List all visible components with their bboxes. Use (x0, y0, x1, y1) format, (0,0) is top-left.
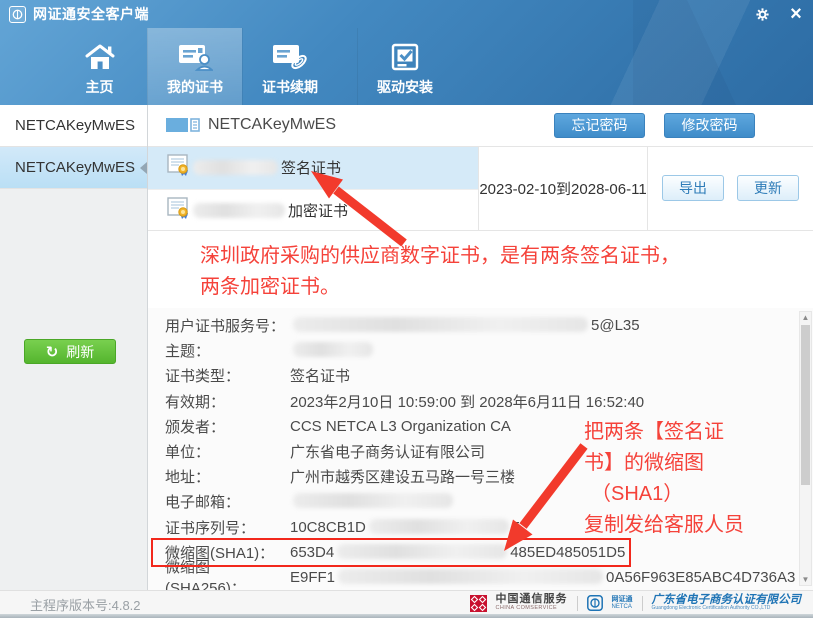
annotation-line: 复制发给客服人员 (584, 510, 812, 541)
tab-renew[interactable]: 证书续期 (242, 28, 337, 105)
update-button[interactable]: 更新 (737, 175, 799, 201)
refresh-button[interactable]: ↻ 刷新 (24, 339, 116, 364)
redacted-cert-name (193, 160, 278, 175)
china-comservice-logo-icon (470, 595, 487, 612)
forgot-password-button[interactable]: 忘记密码 (554, 113, 645, 138)
certificate-renew-icon (271, 36, 309, 72)
status-bar: 主程序版本号:4.8.2 中国通信服务 CHINA COMSERVICE (0, 590, 813, 618)
tab-renew-label: 证书续期 (262, 77, 318, 97)
tab-home[interactable]: 主页 (52, 28, 147, 105)
annotation-line: 把两条【签名证 (584, 417, 812, 448)
detail-row-validity: 有效期： 2023年2月10日 10:59:00 到 2028年6月11日 16… (148, 389, 813, 414)
netca-logo-icon (587, 595, 603, 611)
netca-label: 网证通 (612, 596, 633, 604)
certificate-card-icon (177, 36, 213, 72)
redacted-value (369, 519, 509, 534)
certificate-seal-icon (166, 196, 190, 225)
export-button[interactable]: 导出 (662, 175, 724, 201)
cert-signing-label: 签名证书 (281, 157, 341, 178)
tab-driver-label: 驱动安装 (377, 77, 433, 97)
settings-gear-icon[interactable] (745, 2, 779, 26)
sidebar-item-netcakey-2[interactable]: NETCAKeyMwES (0, 147, 147, 189)
annotation-line: （SHA1） (584, 479, 812, 510)
red-annotation-top: 深圳政府采购的供应商数字证书，是有两条签名证书， 两条加密证书。 (148, 231, 813, 308)
cert-row-encryption[interactable]: 加密证书 (148, 189, 478, 231)
tab-driver-install[interactable]: 驱动安装 (357, 28, 452, 105)
annotation-line: 两条加密证书。 (200, 272, 813, 303)
certificate-seal-icon (166, 153, 190, 182)
annotation-line: 深圳政府采购的供应商数字证书，是有两条签名证书， (200, 241, 813, 272)
certificate-list: 签名证书 加密证书 (148, 147, 813, 231)
version-text: 主程序版本号:4.8.2 (30, 595, 141, 614)
redacted-value (293, 342, 373, 357)
detail-row-cert-type: 证书类型： 签名证书 (148, 363, 813, 388)
titlebar: 网证通安全客户端 × (0, 0, 813, 28)
redacted-value (337, 544, 507, 559)
modify-password-button[interactable]: 修改密码 (664, 113, 755, 138)
header: 网证通安全客户端 × (0, 0, 813, 105)
detail-row-service-no: 用户证书服务号： 5@L35 (148, 313, 813, 338)
token-header: NETCAKeyMwES 忘记密码 修改密码 (148, 105, 813, 147)
cert-row-signing[interactable]: 签名证书 (148, 147, 478, 189)
annotation-line: 书】的微缩图 (584, 448, 812, 479)
detail-row-subject: 主题： (148, 338, 813, 363)
redacted-cert-name (193, 203, 285, 218)
footer-logos: 中国通信服务 CHINA COMSERVICE 网证通 NETCA 广东省电子商… (470, 594, 802, 614)
refresh-label: 刷新 (66, 342, 94, 362)
scrollbar-down-icon[interactable]: ▼ (800, 573, 811, 585)
token-icon (166, 116, 200, 134)
app-logo-icon (9, 6, 26, 23)
tab-home-label: 主页 (86, 77, 114, 97)
detail-row-sha256: 微缩图(SHA256)： E9FF10A56F963E85ABC4D736A3 (148, 565, 813, 590)
redacted-value (293, 493, 453, 508)
redacted-value (293, 317, 588, 332)
sidebar-item-netcakey-1[interactable]: NETCAKeyMwES (0, 105, 147, 147)
tab-my-certs-label: 我的证书 (167, 77, 223, 97)
validity-range: 2023-02-10到2028-06-11 (478, 147, 648, 230)
refresh-icon: ↻ (46, 343, 59, 361)
nav-toolbar: 主页 我的证书 (0, 28, 813, 105)
redacted-value (338, 569, 603, 584)
token-name: NETCAKeyMwES (208, 116, 336, 134)
sidebar: NETCAKeyMwES NETCAKeyMwES ↻ 刷新 (0, 105, 148, 590)
scrollbar-up-icon[interactable]: ▲ (800, 312, 811, 324)
cert-encryption-label: 加密证书 (288, 200, 348, 221)
tab-my-certs[interactable]: 我的证书 (147, 28, 242, 105)
red-annotation-right: 把两条【签名证 书】的微缩图 （SHA1） 复制发给客服人员 (584, 417, 812, 541)
home-icon (83, 36, 117, 72)
netca-client-window: 网证通安全客户端 × (0, 0, 813, 618)
app-title: 网证通安全客户端 (33, 4, 149, 24)
driver-install-icon (390, 36, 420, 72)
close-icon[interactable]: × (779, 2, 813, 26)
